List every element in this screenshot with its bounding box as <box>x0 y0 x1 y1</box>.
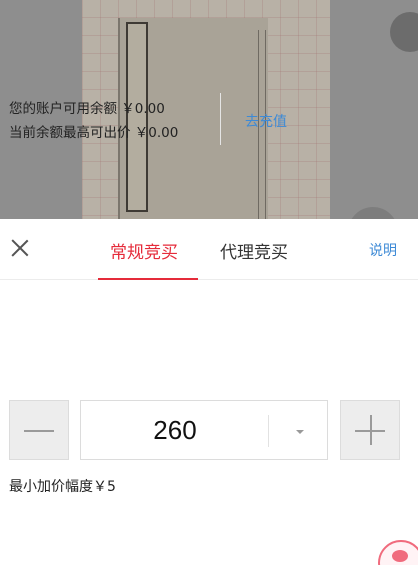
available-balance-text: 您的账户可用余额 ￥0.00 <box>9 101 165 117</box>
increase-bid-button[interactable] <box>340 400 400 460</box>
chevron-down-icon[interactable] <box>271 401 327 459</box>
active-tab-indicator <box>98 278 198 280</box>
recharge-link[interactable]: 去充值 <box>245 111 287 131</box>
share-icon[interactable] <box>390 12 418 52</box>
help-link[interactable]: 说明 <box>369 240 397 260</box>
decrease-bid-button[interactable] <box>9 400 69 460</box>
tab-bar: 常规竞买 代理竞买 说明 <box>0 219 418 280</box>
bid-amount-field[interactable]: 260 <box>80 400 328 460</box>
floating-action-icon[interactable] <box>348 207 398 219</box>
max-bid-text: 当前余额最高可出价 ￥0.00 <box>9 125 179 141</box>
tab-proxy-bid[interactable]: 代理竞买 <box>220 238 288 263</box>
account-balance-info: 您的账户可用余额 ￥0.00 当前余额最高可出价 ￥0.00 <box>9 97 178 145</box>
close-icon[interactable] <box>9 237 31 259</box>
bid-sheet: 常规竞买 代理竞买 说明 <box>0 219 418 565</box>
field-separator <box>268 415 269 447</box>
divider <box>220 93 221 145</box>
tab-regular-bid[interactable]: 常规竞买 <box>110 238 178 263</box>
bid-amount-value[interactable]: 260 <box>81 415 269 446</box>
min-increment-text: 最小加价幅度￥5 <box>9 479 116 495</box>
